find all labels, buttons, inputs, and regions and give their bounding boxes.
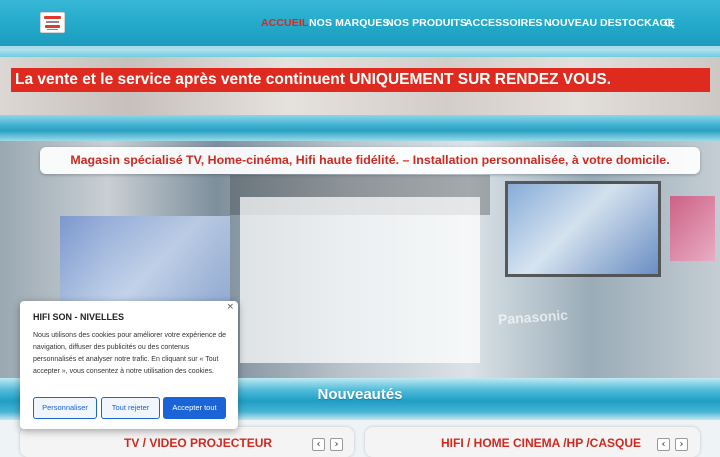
cookie-dialog-title: HIFI SON - NIVELLES [33,312,125,322]
reject-all-button[interactable]: Tout rejeter [101,397,160,419]
carousel-next-button[interactable]: › [675,438,688,451]
nav-item-accessoires-label: ACCESSOIRES [465,17,543,29]
close-icon[interactable]: × [226,302,234,312]
appointment-notice-text: La vente et le service après vente conti… [15,71,612,88]
customize-cookies-button[interactable]: Personnaliser [33,397,97,419]
carousel-next-button[interactable]: › [330,438,343,451]
showroom-tv-display [670,196,715,261]
cookie-dialog-text: Nous utilisons des cookies pour améliore… [33,332,226,375]
nav-item-accueil[interactable]: ACCUEIL [261,17,308,29]
carousel-title: TV / VIDEO PROJECTEUR [124,436,273,450]
site-logo[interactable] [40,12,65,33]
appointment-notice: La vente et le service après vente conti… [11,68,710,92]
accept-all-button[interactable]: Accepter tout [163,397,226,419]
search-icon[interactable] [664,18,675,29]
nav-item-nouveau[interactable]: NOUVEAU [544,17,597,29]
showroom-tv-display [505,181,661,277]
carousel-title: HIFI / HOME CINEMA /HP /CASQUE [441,436,642,450]
carousel-prev-button[interactable]: ‹ [657,438,670,451]
overlay-panel [240,197,480,363]
site-header: ACCUEIL NOS MARQUES NOS PRODUITS ACCESSO… [0,0,720,49]
brand-watermark: Panasonic [497,306,569,328]
decorative-stripe [0,115,720,141]
product-carousel-hifi: HIFI / HOME CINEMA /HP /CASQUE ‹ › [365,427,700,457]
product-carousel-tv: TV / VIDEO PROJECTEUR ‹ › [20,427,354,457]
store-tagline-text: Magasin spécialisé TV, Home-cinéma, Hifi… [70,153,670,167]
decorative-stripe [0,49,720,57]
carousel-prev-button[interactable]: ‹ [312,438,325,451]
nav-item-nos-produits[interactable]: NOS PRODUITS [386,17,467,29]
store-tagline: Magasin spécialisé TV, Home-cinéma, Hifi… [40,147,700,174]
cookie-consent-dialog: × HIFI SON - NIVELLES Nous utilisons des… [20,301,238,429]
nav-item-nos-marques[interactable]: NOS MARQUES [309,17,389,29]
nav-item-accessoires[interactable]: ACCESSOIRES ⌄ [465,17,553,29]
